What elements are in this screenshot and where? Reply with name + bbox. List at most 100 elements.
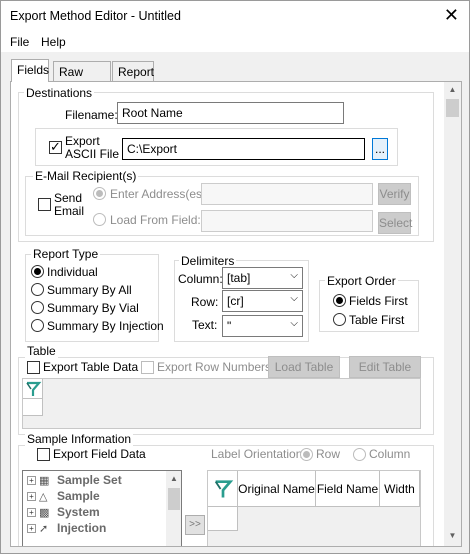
delimiter-row-label: Row: — [191, 295, 219, 309]
sample-set-icon: ▦ — [39, 474, 50, 487]
sample-information-label: Sample Information — [25, 432, 134, 446]
export-table-data-checkbox[interactable] — [27, 361, 40, 374]
fields-first-radio[interactable] — [333, 294, 346, 307]
ascii-path-input[interactable]: C:\Export — [122, 138, 365, 160]
table-first-radio[interactable] — [333, 313, 346, 326]
filename-label: Filename: — [65, 108, 118, 122]
tree-scroll-thumb[interactable] — [168, 488, 180, 510]
system-icon: ▩ — [39, 506, 50, 519]
panel-scroll-thumb[interactable] — [446, 99, 459, 117]
delimiters-label: Delimiters — [179, 254, 237, 268]
table-group-label: Table — [25, 344, 58, 358]
grid-header-width[interactable]: Width — [380, 471, 420, 507]
tab-report[interactable]: Report — [112, 61, 154, 81]
close-icon[interactable]: ✕ — [444, 5, 459, 25]
report-type-individual-radio[interactable] — [31, 265, 44, 278]
report-type-summary-injection-label: Summary By Injection — [47, 319, 164, 333]
orientation-row-label: Row — [316, 447, 341, 461]
expand-icon[interactable]: + — [27, 476, 36, 486]
move-field-button[interactable]: >> — [185, 515, 205, 535]
enter-address-label: Enter Address(es): — [110, 187, 210, 201]
grid-select-icon — [214, 480, 234, 498]
report-type-label: Report Type — [31, 247, 101, 261]
grid-select-icon — [26, 381, 42, 396]
report-type-summary-all-label: Summary By All — [47, 283, 132, 297]
expand-icon[interactable]: + — [27, 524, 36, 534]
export-field-data-checkbox[interactable] — [37, 448, 50, 461]
delimiter-text-label: Text: — [192, 318, 218, 332]
fields-tab-panel: Destinations Filename: Root Name ✓ Expor… — [10, 81, 462, 547]
delimiter-text-select[interactable]: " ⌵ — [222, 315, 303, 337]
label-orientation-label: Label Orientation: — [211, 447, 306, 461]
delimiter-text-value: " — [227, 319, 232, 333]
scroll-up-icon[interactable]: ▲ — [444, 82, 461, 98]
chevron-down-icon: ⌵ — [290, 293, 298, 304]
orientation-row-radio[interactable] — [300, 448, 313, 461]
orientation-column-label: Column — [369, 447, 411, 461]
export-ascii-label-line2: ASCII File — [65, 147, 120, 161]
destinations-group-label: Destinations — [24, 86, 95, 100]
report-type-summary-injection-radio[interactable] — [31, 319, 44, 332]
expand-icon[interactable]: + — [27, 508, 36, 518]
tree-scrollbar[interactable]: ▲ — [166, 471, 181, 546]
export-field-data-label: Export Field Data — [53, 447, 146, 461]
table-grid-corner[interactable] — [23, 379, 43, 399]
orientation-column-radio[interactable] — [353, 448, 366, 461]
send-email-label-line2: Email — [54, 204, 85, 218]
enter-address-input[interactable] — [201, 183, 373, 205]
field-grid-corner[interactable] — [208, 471, 238, 507]
edit-table-button[interactable]: Edit Table — [349, 356, 421, 378]
load-table-button[interactable]: Load Table — [268, 356, 340, 378]
tab-fields[interactable]: Fields — [11, 59, 49, 82]
grid-header-original-name[interactable]: Original Name — [238, 471, 316, 507]
report-type-individual-label: Individual — [47, 265, 98, 279]
select-button[interactable]: Select — [378, 212, 412, 234]
panel-scrollbar[interactable]: ▲ ▼ — [444, 82, 461, 546]
fields-first-label: Fields First — [349, 294, 408, 308]
syringe-icon: ➚ — [39, 522, 49, 535]
filename-input[interactable]: Root Name — [117, 102, 344, 124]
export-ascii-checkbox[interactable]: ✓ — [49, 139, 62, 154]
report-type-summary-vial-label: Summary By Vial — [47, 301, 139, 315]
tab-raw-data[interactable]: Raw Data — [53, 61, 111, 93]
send-email-checkbox[interactable] — [38, 198, 51, 211]
enter-address-radio[interactable] — [93, 187, 106, 200]
tree-item-sample[interactable]: + △ Sample — [27, 489, 100, 505]
grid-header-field-name[interactable]: Field Name — [316, 471, 380, 507]
export-table-data-label: Export Table Data — [43, 360, 139, 374]
table-grid[interactable] — [22, 378, 421, 429]
scroll-up-icon[interactable]: ▲ — [166, 471, 181, 487]
report-type-summary-vial-radio[interactable] — [31, 301, 44, 314]
table-grid-row-header — [23, 399, 43, 416]
delimiter-column-label: Column: — [178, 272, 223, 286]
menu-file[interactable]: File — [10, 35, 29, 49]
load-from-field-label: Load From Field: — [110, 213, 201, 227]
expand-icon[interactable]: + — [27, 492, 36, 502]
delimiter-column-value: [tab] — [227, 271, 251, 285]
chevron-down-icon: ⌵ — [290, 318, 298, 329]
window-title: Export Method Editor - Untitled — [10, 9, 181, 23]
sample-field-tree[interactable]: + ▦ Sample Set + △ Sample + ▩ System + ➚ Injecti… — [22, 470, 182, 546]
delimiter-row-value: [cr] — [227, 294, 244, 308]
tree-item-system[interactable]: + ▩ System — [27, 505, 100, 521]
tree-item-sample-set[interactable]: + ▦ Sample Set — [27, 473, 122, 489]
scroll-down-icon[interactable]: ▼ — [444, 528, 461, 544]
menu-bar: File Help — [1, 31, 469, 53]
tree-item-injection[interactable]: + ➚ Injection — [27, 521, 106, 537]
field-grid-row-header — [208, 507, 238, 531]
load-from-field-input[interactable] — [201, 210, 373, 232]
report-type-summary-all-radio[interactable] — [31, 283, 44, 296]
email-recipients-label: E-Mail Recipient(s) — [33, 169, 139, 183]
browse-button[interactable]: ... — [372, 138, 388, 160]
menu-help[interactable]: Help — [41, 35, 66, 49]
vial-icon: △ — [39, 490, 48, 503]
delimiter-row-select[interactable]: [cr] ⌵ — [222, 290, 303, 312]
verify-button[interactable]: Verify — [378, 183, 411, 205]
table-first-label: Table First — [349, 313, 405, 327]
export-row-numbers-label: Export Row Numbers — [157, 360, 272, 374]
export-row-numbers-checkbox[interactable] — [141, 361, 154, 374]
export-order-label: Export Order — [325, 274, 398, 288]
delimiter-column-select[interactable]: [tab] ⌵ — [222, 267, 303, 289]
field-grid[interactable]: Original Name Field Name Width — [207, 470, 421, 546]
load-from-field-radio[interactable] — [93, 213, 106, 226]
